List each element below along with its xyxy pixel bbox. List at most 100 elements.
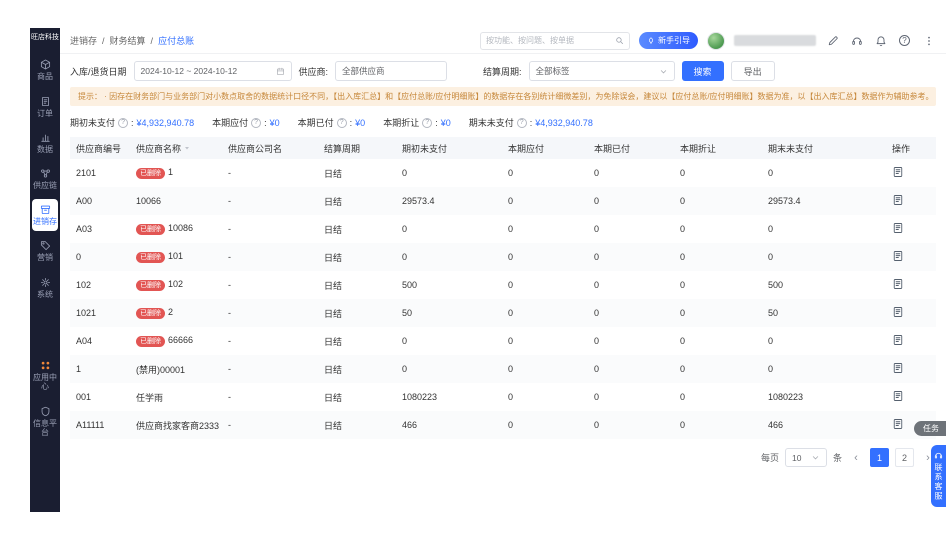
detail-icon[interactable] [892,194,904,206]
cell-supplier-code: 102 [76,280,92,290]
supplier-input[interactable]: 全部供应商 [335,61,448,81]
breadcrumb-current[interactable]: 应付总账 [158,34,194,47]
detail-icon[interactable] [892,390,904,402]
per-page-suffix: 条 [832,453,842,463]
table-row[interactable]: A00 10066 - 日结 29573.4 0 0 0 29573.4 [70,187,936,215]
support-floating-tab[interactable]: 联系客服 [931,445,946,507]
supply-chain-icon [40,169,50,178]
calendar-icon [276,67,284,75]
cell-period-paid: 0 [594,196,600,206]
suppliers-table: 供应商编号 供应商名称 供应商公司名 结算周期 期初未支付 本期应付 本期已付 … [70,137,936,439]
info-icon[interactable]: ? [516,117,527,128]
sort-caret-icon[interactable] [183,144,191,152]
help-icon[interactable]: ? [897,33,912,48]
info-icon[interactable]: ? [422,117,433,128]
sidebar-item-info-platform[interactable]: 信息平台 [31,401,59,442]
table-row[interactable]: 001 任学雨 - 日结 1080223 0 0 0 1080223 [70,383,936,411]
table-row[interactable]: 102 已删除 102 - 日结 500 0 0 0 500 [70,271,936,299]
summary-label: 本期折让 [383,118,420,128]
detail-icon[interactable] [892,334,904,346]
detail-icon[interactable] [892,418,904,430]
sidebar-item-inventory[interactable]: 进销存 [32,199,58,232]
cell-end-unpaid: 29573.4 [768,196,801,206]
cell-supplier-company: - [228,252,231,262]
cell-period-payable: 0 [508,280,514,290]
sidebar-item-orders[interactable]: 订单 [31,91,59,123]
table-row[interactable]: A03 已删除 10086 - 日结 0 0 0 0 0 [70,215,936,243]
cell-period-discount: 0 [680,280,686,290]
detail-icon[interactable] [892,250,904,262]
cell-supplier-company: - [228,168,231,178]
deleted-badge: 已删除 [136,167,165,180]
date-range-input[interactable]: 2024-10-12 ~ 2024-10-12 [133,61,292,81]
cell-supplier-company: - [228,392,231,402]
page-number-button[interactable]: 1 [870,448,889,467]
cell-period-discount: 0 [680,224,686,234]
guide-button-label: 新手引导 [658,36,690,45]
table-row[interactable]: A04 已删除 66666 - 日结 0 0 0 0 0 [70,327,936,355]
table-row[interactable]: 2101 已删除 1 - 日结 0 0 0 0 0 [70,159,936,187]
sidebar-item-label: 应用中心 [33,373,57,392]
summary-bar: 期初未支付 ? : ¥4,932,940.78 本期应付 ? : ¥0 本期已付… [60,108,946,137]
task-floating-button[interactable]: 任务 [914,421,946,436]
info-icon[interactable]: ? [336,117,347,128]
cycle-select[interactable]: 全部标签 [528,61,675,81]
detail-icon[interactable] [892,278,904,290]
cell-period-paid: 0 [594,224,600,234]
prev-page-button[interactable]: ‹ [848,448,864,467]
search-icon[interactable] [615,36,624,45]
bell-icon[interactable] [873,33,888,48]
sidebar-item-marketing[interactable]: 营销 [31,235,59,267]
detail-icon[interactable] [892,306,904,318]
cell-period-payable: 0 [508,168,514,178]
cell-period-paid: 0 [594,252,600,262]
sidebar-item-label: 信息平台 [33,418,57,437]
detail-icon[interactable] [892,166,904,178]
summary-colon: : [349,117,353,128]
cell-begin-unpaid: 0 [402,224,408,234]
cell-actions [886,194,936,208]
support-tab-label: 联系客服 [934,463,943,501]
summary-value: ¥4,932,940.78 [535,117,593,128]
cell-end-unpaid: 0 [768,364,774,374]
cycle-value: 全部标签 [535,66,570,76]
page-number-button[interactable]: 2 [895,448,914,467]
sidebar-item-goods[interactable]: 商品 [31,54,59,86]
more-icon[interactable] [921,33,936,48]
global-search-input[interactable] [486,36,611,45]
cell-supplier-name: 已删除 101 [130,251,222,264]
cell-supplier-name: 供应商找家客商2333 [130,419,222,432]
cell-settle-cycle: 日结 [324,364,343,375]
summary-label: 期末未支付 [468,118,514,128]
sidebar-item-supply-chain[interactable]: 供应链 [31,163,59,195]
cell-actions [886,278,936,292]
cell-supplier-company: - [228,336,231,346]
cell-period-paid: 0 [594,392,600,402]
headset-icon[interactable] [849,33,864,48]
sidebar-item-system[interactable]: 系统 [31,272,59,304]
guide-button[interactable]: 新手引导 [639,32,698,49]
breadcrumb-section[interactable]: 财务结算 [110,34,146,47]
cell-period-paid: 0 [594,308,600,318]
export-button[interactable]: 导出 [730,61,775,81]
cell-actions [886,362,936,376]
avatar[interactable] [707,31,725,50]
table-row[interactable]: 1 (禁用)00001 - 日结 0 0 0 0 0 [70,355,936,383]
sidebar-item-app-center[interactable]: 应用中心 [31,355,59,396]
edit-icon[interactable] [825,33,840,48]
search-button[interactable]: 搜索 [681,61,724,81]
breadcrumb-root[interactable]: 进销存 [70,34,97,47]
sidebar-item-data[interactable]: 数据 [31,127,59,159]
info-icon[interactable]: ? [251,117,262,128]
table-row[interactable]: A11111 供应商找家客商2333 - 日结 466 0 0 0 466 [70,411,936,439]
per-page-select[interactable]: 10 [784,448,827,467]
detail-icon[interactable] [892,362,904,374]
chevron-down-icon [660,69,666,73]
table-row[interactable]: 1021 已删除 2 - 日结 50 0 0 0 50 [70,299,936,327]
cell-settle-cycle: 日结 [324,252,343,263]
cell-period-discount: 0 [680,196,686,206]
info-icon[interactable]: ? [118,117,129,128]
detail-icon[interactable] [892,222,904,234]
cell-period-discount: 0 [680,420,686,430]
table-row[interactable]: 0 已删除 101 - 日结 0 0 0 0 0 [70,243,936,271]
